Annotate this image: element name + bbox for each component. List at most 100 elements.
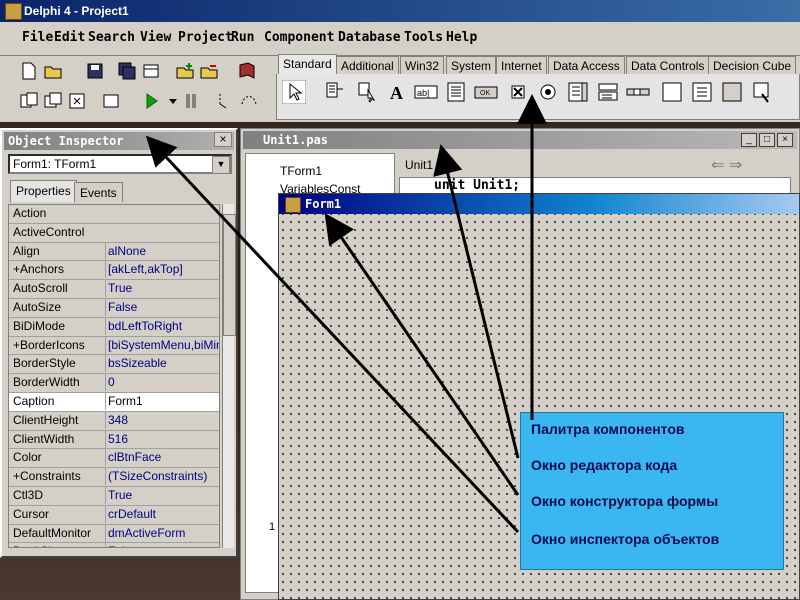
palette-tab-decision-cube[interactable]: Decision Cube [708,56,797,75]
actionlist-icon[interactable] [750,80,774,104]
property-value[interactable]: 0 [105,374,219,392]
property-row[interactable]: DefaultMonitor dmActiveForm [9,524,219,544]
property-row[interactable]: DockSiteFalse [9,543,219,547]
tab-properties[interactable]: Properties [10,180,77,202]
save-icon[interactable] [84,60,106,82]
popupmenu-icon[interactable] [356,80,380,104]
close-button[interactable]: × [777,133,793,147]
palette-tab-data-controls[interactable]: Data Controls [626,56,710,75]
new-icon[interactable] [18,60,40,82]
new-form-icon[interactable] [100,90,122,112]
trace-into-icon[interactable] [214,90,236,112]
property-value[interactable]: (TSizeConstraints) [105,468,219,486]
checkbox-icon[interactable] [506,80,530,104]
property-row[interactable]: BorderWidth 0 [9,374,219,393]
property-value[interactable]: crDefault [105,505,219,523]
menu-help[interactable]: Help [446,28,477,48]
tree-root-item[interactable]: TForm1 [280,164,322,178]
back-forward-arrows[interactable]: ⇐ ⇒ [711,155,791,175]
property-row[interactable]: +Anchors [akLeft,akTop] [9,261,219,281]
property-row[interactable]: ActiveControl [9,224,219,243]
property-name: BorderStyle [13,356,76,371]
menu-tools[interactable]: Tools [404,28,443,48]
property-row[interactable]: BiDiMode bdLeftToRight [9,317,219,337]
property-value[interactable]: True [105,486,219,504]
mainmenu-icon[interactable] [324,80,348,104]
view-unit-icon[interactable] [18,90,40,112]
save-all-icon[interactable] [116,60,138,82]
run-icon[interactable] [140,90,162,112]
label-icon[interactable]: A [386,80,410,104]
property-value[interactable]: [biSystemMenu,biMinim [105,336,219,354]
property-row[interactable]: AutoScroll True [9,280,219,299]
property-value[interactable]: bdLeftToRight [105,317,219,335]
radiobutton-icon[interactable] [536,80,560,104]
property-value[interactable]: bsSizeable [105,355,219,373]
toggle-form-unit-icon[interactable] [66,90,88,112]
pause-icon[interactable] [180,90,202,112]
minimize-button[interactable]: _ [741,133,757,147]
tab-events[interactable]: Events [74,182,123,202]
palette-tab-additional[interactable]: Additional [336,56,399,75]
remove-file-icon[interactable] [198,60,220,82]
property-row[interactable]: Caption Form1 [9,392,219,412]
menu-database[interactable]: Database [338,28,401,48]
property-row[interactable]: BorderStyle bsSizeable [9,355,219,375]
pointer-arrow-icon[interactable] [281,79,307,105]
combobox-icon[interactable] [596,80,620,104]
menu-component[interactable]: Component [264,28,334,48]
panel-icon[interactable] [720,80,744,104]
property-value[interactable]: alNone [105,242,219,260]
oi-close-button[interactable]: × [214,132,232,147]
menu-view[interactable]: View [140,28,171,48]
property-row[interactable]: ClientWidth 516 [9,430,219,450]
object-selector-combo[interactable]: Form1: TForm1 ▼ [8,154,232,174]
property-value[interactable]: Form1 [105,392,219,410]
menu-file[interactable]: File [22,28,53,48]
menu-edit[interactable]: Edit [54,28,85,48]
palette-tab-data-access[interactable]: Data Access [548,56,625,75]
groupbox-icon[interactable] [660,80,684,104]
button-icon[interactable]: OK [474,80,498,104]
chevron-down-icon[interactable]: ▼ [212,156,230,174]
radiogroup-icon[interactable] [690,80,714,104]
property-row[interactable]: AutoSize False [9,298,219,318]
property-row[interactable]: ClientHeight 348 [9,411,219,431]
scrollbar-icon[interactable] [626,80,650,104]
property-row[interactable]: Ctl3D True [9,486,219,506]
palette-tab-standard[interactable]: Standard [278,54,337,75]
edit-icon[interactable]: ab| [414,80,438,104]
menu-search[interactable]: Search [88,28,135,48]
property-value[interactable]: dmActiveForm [105,524,219,542]
property-value[interactable]: [akLeft,akTop] [105,261,219,279]
property-row[interactable]: Color clBtnFace [9,449,219,469]
memo-icon[interactable] [444,80,468,104]
property-value[interactable]: 516 [105,430,219,448]
property-row[interactable]: +Constraints (TSizeConstraints) [9,468,219,487]
property-value[interactable]: False [105,543,219,547]
view-form-icon[interactable] [42,90,64,112]
property-grid-scrollbar[interactable] [222,204,236,548]
scrollbar-thumb[interactable] [223,214,236,336]
editor-tab-unit1[interactable]: Unit1 [401,155,461,175]
property-row[interactable]: Align alNone [9,242,219,262]
listbox-icon[interactable] [566,80,590,104]
menu-project[interactable]: Project [178,28,233,48]
property-row[interactable]: Cursor crDefault [9,505,219,525]
menu-run[interactable]: Run [231,28,254,48]
property-row[interactable]: +BorderIcons [biSystemMenu,biMinim [9,336,219,356]
palette-tab-win32[interactable]: Win32 [400,56,445,75]
property-value[interactable]: clBtnFace [105,449,219,467]
maximize-button[interactable]: □ [759,133,775,147]
palette-tab-internet[interactable]: Internet [496,56,547,75]
palette-tab-system[interactable]: System [446,56,497,75]
property-value[interactable]: False [105,298,219,316]
step-over-icon[interactable] [238,90,260,112]
open-icon[interactable] [42,60,64,82]
property-value[interactable]: True [105,280,219,298]
property-row[interactable]: Action [9,205,219,224]
open-project-icon[interactable] [140,60,162,82]
help-book-icon[interactable] [236,60,258,82]
add-file-icon[interactable] [174,60,196,82]
property-value[interactable]: 348 [105,411,219,429]
